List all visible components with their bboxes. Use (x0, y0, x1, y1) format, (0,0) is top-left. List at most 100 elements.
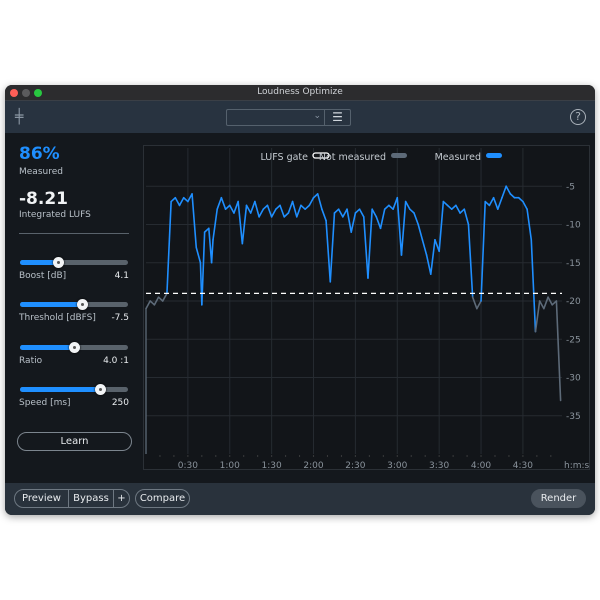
help-button[interactable]: ? (570, 109, 586, 125)
series-segment-measured (509, 193, 516, 199)
series-segment-measured (413, 212, 420, 226)
slider-value: 4.1 (114, 271, 129, 281)
hamburger-icon[interactable]: ☰ (324, 110, 350, 125)
legend-swatch-measured (486, 153, 502, 158)
series-segment-measured (421, 239, 428, 256)
series-segment-not-measured (555, 300, 562, 402)
series-segment-measured (337, 208, 344, 218)
x-tick-label: 2:30 (345, 461, 365, 471)
series-segment-measured (291, 200, 298, 218)
slider-label: Boost [dB] (19, 271, 67, 281)
slider-track[interactable] (20, 384, 128, 395)
slider-2[interactable]: Ratio 4.0 :1 (19, 342, 129, 374)
slider-handle[interactable] (52, 257, 64, 268)
chevron-down-icon: ⌄ (313, 111, 321, 121)
x-tick-label: 4:30 (513, 461, 533, 471)
series-segment-not-measured (145, 300, 151, 310)
series-segment-measured (178, 196, 185, 207)
slider-handle[interactable] (76, 299, 88, 310)
series-segment-measured (266, 204, 273, 218)
title-bar: Loudness Optimize (5, 85, 595, 100)
series-segment-measured (333, 208, 340, 214)
slider-value: -7.5 (111, 313, 129, 323)
series-segment-measured (300, 204, 306, 211)
slider-handle[interactable] (69, 342, 80, 353)
slider-track[interactable] (20, 299, 128, 310)
y-tick-label: -35 (566, 412, 581, 422)
series-segment-measured (505, 185, 512, 195)
series-segment-measured (425, 254, 432, 276)
series-segment-measured (174, 196, 181, 207)
left-panel: 86% Measured -8.21 Integrated LUFS Boost… (5, 133, 140, 483)
series-segment-measured (417, 223, 424, 241)
x-tick-mark (466, 455, 468, 457)
slider-handle[interactable] (94, 384, 106, 395)
legend-swatch-not-measured (391, 153, 407, 158)
bypass-button[interactable]: Bypass (68, 489, 114, 508)
slider-track[interactable] (20, 342, 128, 353)
series-segment-measured (400, 200, 407, 256)
series-segment-not-measured (476, 300, 482, 310)
series-segment-measured (220, 196, 227, 211)
slider-label: Threshold [dBFS] (19, 313, 96, 323)
x-tick-label: 2:00 (303, 461, 323, 471)
x-tick-mark (312, 455, 315, 457)
series-segment-measured (358, 208, 365, 218)
series-segment-measured (375, 216, 382, 230)
series-segment-measured (295, 204, 302, 218)
y-tick-label: -25 (566, 335, 581, 345)
slider-1[interactable]: Threshold [dBFS] -7.5 (19, 299, 129, 331)
add-bypass-button[interactable]: + (113, 489, 130, 508)
preset-dropdown[interactable]: ⌄ ☰ (226, 109, 351, 126)
slider-track[interactable] (20, 257, 128, 268)
legend-label: LUFS gate (260, 152, 308, 163)
preview-button[interactable]: Preview (14, 489, 69, 508)
series-segment-measured (325, 219, 332, 283)
integrated-lufs-value: -8.21 (19, 189, 68, 209)
plugin-window: Loudness Optimize ╪ ⌄ ☰ ? 86% Measured -… (5, 85, 595, 515)
series-segment-measured (404, 200, 411, 211)
render-button[interactable]: Render (531, 489, 586, 508)
series-segment-measured (166, 200, 172, 295)
series-segment-measured (210, 239, 214, 264)
y-tick-label: -30 (566, 374, 581, 384)
slider-fill (20, 302, 82, 307)
series-segment-measured (463, 208, 470, 226)
x-tick-label: 1:30 (262, 461, 282, 471)
x-tick-mark (550, 455, 552, 457)
series-segment-measured (308, 196, 315, 207)
loudness-chart: -5 -10 -15 -20 -25 -30 -35 0:30 1:00 1:30 2:00 2:30… (143, 145, 590, 471)
zoom-window-button[interactable] (34, 89, 42, 97)
slider-fill (20, 387, 100, 392)
series-segment-measured (530, 239, 537, 333)
compare-button[interactable]: Compare (135, 489, 190, 508)
x-tick-mark (243, 455, 245, 457)
series-segment-measured (496, 196, 503, 211)
series-segment-measured (492, 196, 499, 211)
x-tick-mark (368, 455, 370, 457)
y-tick-label: -20 (566, 297, 581, 307)
series-segment-measured (396, 196, 403, 256)
x-tick-mark (382, 455, 384, 457)
minimize-window-button[interactable] (22, 89, 30, 97)
y-tick-label: -15 (566, 259, 581, 269)
series-segment-measured (224, 204, 231, 211)
close-window-button[interactable] (10, 89, 18, 97)
series-segment-measured (371, 208, 378, 218)
x-tick-mark (229, 455, 231, 457)
x-tick-mark (257, 455, 259, 457)
series-segment-not-measured (149, 300, 156, 306)
divider (19, 233, 129, 234)
series-segment-measured (409, 208, 415, 214)
x-tick-mark (480, 455, 482, 457)
series-segment-measured (354, 208, 361, 214)
slider-0[interactable]: Boost [dB] 4.1 (19, 257, 129, 289)
integrated-lufs-label: Integrated LUFS (19, 210, 91, 220)
series-segment-not-measured (157, 296, 164, 302)
series-segment-not-measured (534, 300, 541, 333)
slider-3[interactable]: Speed [ms] 250 (19, 384, 129, 416)
learn-button[interactable]: Learn (17, 432, 132, 451)
series-segment-measured (283, 212, 290, 218)
x-tick-label: 3:00 (387, 461, 407, 471)
x-tick-mark (522, 455, 524, 457)
